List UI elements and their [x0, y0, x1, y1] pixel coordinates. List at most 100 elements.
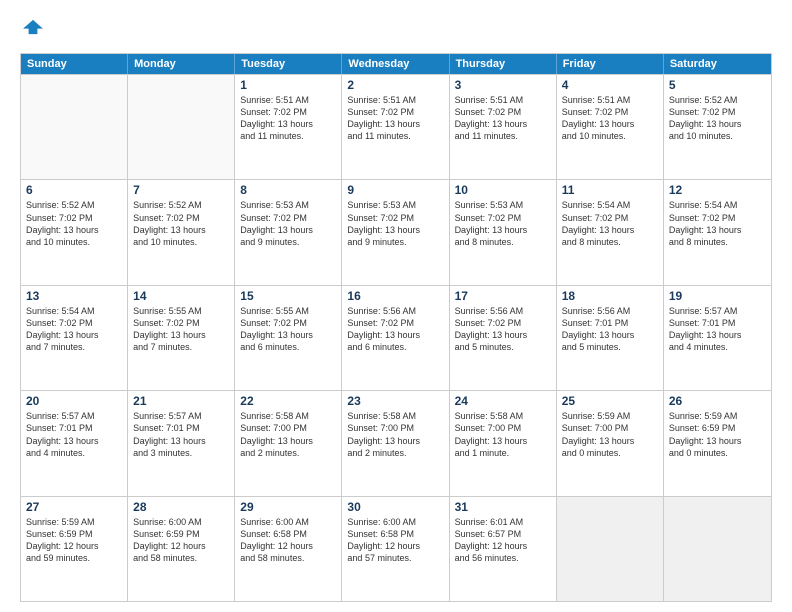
calendar-cell: 2Sunrise: 5:51 AMSunset: 7:02 PMDaylight…	[342, 75, 449, 179]
cell-line: Sunset: 7:01 PM	[26, 422, 122, 434]
calendar-cell: 13Sunrise: 5:54 AMSunset: 7:02 PMDayligh…	[21, 286, 128, 390]
cell-line: Sunset: 7:02 PM	[455, 317, 551, 329]
day-number: 21	[133, 394, 229, 408]
cell-line: Daylight: 13 hours	[240, 118, 336, 130]
cell-line: Sunset: 6:57 PM	[455, 528, 551, 540]
calendar-cell	[21, 75, 128, 179]
cell-line: Sunrise: 5:54 AM	[562, 199, 658, 211]
cell-line: Sunrise: 5:58 AM	[455, 410, 551, 422]
page: SundayMondayTuesdayWednesdayThursdayFrid…	[0, 0, 792, 612]
cell-line: Daylight: 13 hours	[669, 329, 766, 341]
cell-line: Daylight: 12 hours	[26, 540, 122, 552]
cell-line: Sunrise: 5:51 AM	[347, 94, 443, 106]
cell-line: Sunset: 7:02 PM	[240, 106, 336, 118]
cell-line: Sunset: 7:02 PM	[347, 106, 443, 118]
cell-line: Sunrise: 5:59 AM	[26, 516, 122, 528]
day-number: 3	[455, 78, 551, 92]
logo-icon	[22, 16, 44, 38]
cell-line: and 58 minutes.	[133, 552, 229, 564]
cell-line: Daylight: 13 hours	[240, 329, 336, 341]
cell-line: Sunset: 7:02 PM	[455, 212, 551, 224]
day-number: 2	[347, 78, 443, 92]
day-number: 25	[562, 394, 658, 408]
calendar-cell: 29Sunrise: 6:00 AMSunset: 6:58 PMDayligh…	[235, 497, 342, 601]
calendar-cell: 6Sunrise: 5:52 AMSunset: 7:02 PMDaylight…	[21, 180, 128, 284]
cell-line: Sunset: 7:00 PM	[455, 422, 551, 434]
cell-line: and 11 minutes.	[240, 130, 336, 142]
calendar-cell: 30Sunrise: 6:00 AMSunset: 6:58 PMDayligh…	[342, 497, 449, 601]
cell-line: Daylight: 13 hours	[562, 435, 658, 447]
day-number: 26	[669, 394, 766, 408]
calendar-header-cell: Saturday	[664, 54, 771, 74]
day-number: 9	[347, 183, 443, 197]
cell-line: Daylight: 13 hours	[669, 118, 766, 130]
cell-line: Daylight: 12 hours	[455, 540, 551, 552]
calendar-cell: 9Sunrise: 5:53 AMSunset: 7:02 PMDaylight…	[342, 180, 449, 284]
cell-line: and 8 minutes.	[562, 236, 658, 248]
cell-line: and 9 minutes.	[240, 236, 336, 248]
cell-line: Daylight: 12 hours	[133, 540, 229, 552]
cell-line: Sunrise: 5:59 AM	[669, 410, 766, 422]
day-number: 17	[455, 289, 551, 303]
cell-line: Sunset: 7:02 PM	[455, 106, 551, 118]
day-number: 27	[26, 500, 122, 514]
day-number: 14	[133, 289, 229, 303]
calendar-cell: 15Sunrise: 5:55 AMSunset: 7:02 PMDayligh…	[235, 286, 342, 390]
calendar-header-cell: Monday	[128, 54, 235, 74]
cell-line: Daylight: 13 hours	[455, 329, 551, 341]
cell-line: Sunrise: 5:56 AM	[455, 305, 551, 317]
calendar-header-cell: Wednesday	[342, 54, 449, 74]
cell-line: Daylight: 13 hours	[240, 224, 336, 236]
calendar-cell: 8Sunrise: 5:53 AMSunset: 7:02 PMDaylight…	[235, 180, 342, 284]
day-number: 23	[347, 394, 443, 408]
calendar-cell: 21Sunrise: 5:57 AMSunset: 7:01 PMDayligh…	[128, 391, 235, 495]
cell-line: Sunrise: 5:53 AM	[347, 199, 443, 211]
day-number: 15	[240, 289, 336, 303]
cell-line: Sunrise: 5:55 AM	[133, 305, 229, 317]
day-number: 13	[26, 289, 122, 303]
calendar-cell: 11Sunrise: 5:54 AMSunset: 7:02 PMDayligh…	[557, 180, 664, 284]
cell-line: Daylight: 13 hours	[347, 329, 443, 341]
cell-line: and 0 minutes.	[669, 447, 766, 459]
day-number: 19	[669, 289, 766, 303]
cell-line: Daylight: 13 hours	[347, 224, 443, 236]
calendar-cell: 4Sunrise: 5:51 AMSunset: 7:02 PMDaylight…	[557, 75, 664, 179]
cell-line: Sunrise: 5:54 AM	[26, 305, 122, 317]
calendar-cell: 31Sunrise: 6:01 AMSunset: 6:57 PMDayligh…	[450, 497, 557, 601]
cell-line: Sunset: 7:02 PM	[240, 212, 336, 224]
calendar-cell: 14Sunrise: 5:55 AMSunset: 7:02 PMDayligh…	[128, 286, 235, 390]
cell-line: Daylight: 13 hours	[455, 224, 551, 236]
calendar-cell: 5Sunrise: 5:52 AMSunset: 7:02 PMDaylight…	[664, 75, 771, 179]
day-number: 4	[562, 78, 658, 92]
calendar-cell	[557, 497, 664, 601]
day-number: 30	[347, 500, 443, 514]
cell-line: Daylight: 13 hours	[669, 224, 766, 236]
calendar-cell: 24Sunrise: 5:58 AMSunset: 7:00 PMDayligh…	[450, 391, 557, 495]
cell-line: Sunrise: 5:58 AM	[240, 410, 336, 422]
calendar-header-cell: Tuesday	[235, 54, 342, 74]
cell-line: and 57 minutes.	[347, 552, 443, 564]
calendar-row: 6Sunrise: 5:52 AMSunset: 7:02 PMDaylight…	[21, 179, 771, 284]
cell-line: Sunset: 7:00 PM	[562, 422, 658, 434]
cell-line: Sunset: 6:59 PM	[669, 422, 766, 434]
cell-line: and 7 minutes.	[133, 341, 229, 353]
cell-line: and 4 minutes.	[669, 341, 766, 353]
day-number: 8	[240, 183, 336, 197]
cell-line: and 2 minutes.	[240, 447, 336, 459]
cell-line: Daylight: 13 hours	[133, 224, 229, 236]
day-number: 12	[669, 183, 766, 197]
cell-line: Daylight: 13 hours	[669, 435, 766, 447]
cell-line: and 3 minutes.	[133, 447, 229, 459]
calendar-cell: 1Sunrise: 5:51 AMSunset: 7:02 PMDaylight…	[235, 75, 342, 179]
calendar-body: 1Sunrise: 5:51 AMSunset: 7:02 PMDaylight…	[21, 74, 771, 601]
cell-line: Sunrise: 5:51 AM	[240, 94, 336, 106]
day-number: 31	[455, 500, 551, 514]
header	[20, 16, 772, 43]
cell-line: and 10 minutes.	[669, 130, 766, 142]
cell-line: Sunrise: 5:57 AM	[26, 410, 122, 422]
cell-line: Sunrise: 5:56 AM	[562, 305, 658, 317]
cell-line: Sunset: 7:02 PM	[562, 106, 658, 118]
cell-line: and 6 minutes.	[347, 341, 443, 353]
calendar-cell: 10Sunrise: 5:53 AMSunset: 7:02 PMDayligh…	[450, 180, 557, 284]
cell-line: Sunrise: 5:51 AM	[455, 94, 551, 106]
